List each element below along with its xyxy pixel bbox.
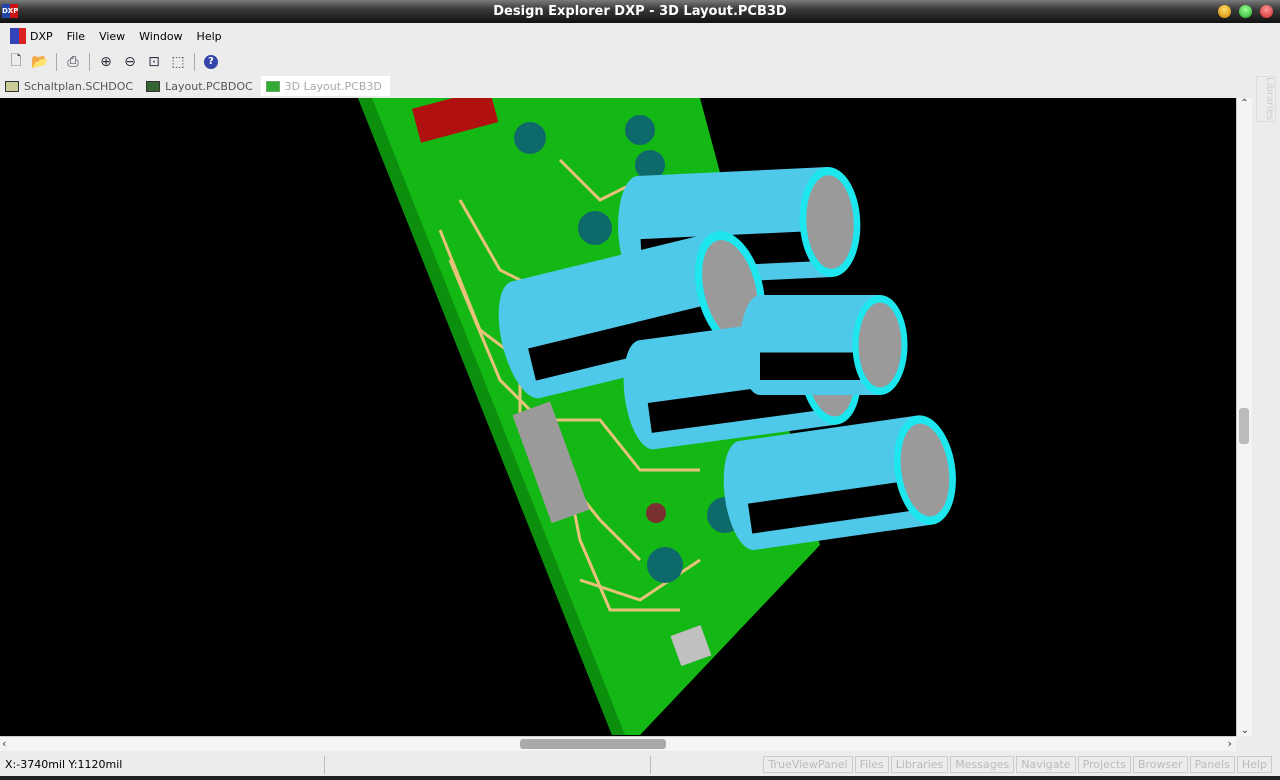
zoom-in-icon[interactable]: ⊕ bbox=[96, 52, 116, 72]
pcb-3d-render bbox=[358, 98, 956, 735]
pcb3d-icon bbox=[265, 80, 280, 92]
menu-dxp[interactable]: DXP bbox=[30, 30, 53, 43]
new-file-icon[interactable]: 🗋 bbox=[6, 52, 26, 72]
tab-layout[interactable]: Layout.PCBDOC bbox=[141, 76, 261, 96]
panel-browser[interactable]: Browser bbox=[1132, 756, 1188, 773]
open-folder-icon[interactable]: 📂 bbox=[30, 52, 50, 72]
print-icon[interactable]: ⎙ bbox=[63, 52, 83, 72]
document-tabs: Schaltplan.SCHDOC Layout.PCBDOC 3D Layou… bbox=[0, 76, 390, 98]
toolbar-divider bbox=[89, 53, 90, 71]
electrolytic-capacitor bbox=[740, 295, 908, 395]
menu-window[interactable]: Window bbox=[139, 30, 182, 43]
tab-label: 3D Layout.PCB3D bbox=[284, 79, 382, 93]
status-divider bbox=[650, 756, 651, 774]
panel-panels[interactable]: Panels bbox=[1189, 756, 1235, 773]
panel-projects[interactable]: Projects bbox=[1077, 756, 1131, 773]
menu-view[interactable]: View bbox=[99, 30, 125, 43]
toolbar: 🗋 📂 ⎙ ⊕ ⊖ ⊡ ⬚ ? bbox=[6, 50, 221, 74]
minimize-button[interactable] bbox=[1218, 5, 1231, 18]
dxp-logo-icon bbox=[10, 28, 26, 44]
zoom-fit-icon[interactable]: ⊡ bbox=[144, 52, 164, 72]
pcb-icon bbox=[146, 80, 161, 92]
cursor-coordinates: X:-3740mil Y:1120mil bbox=[0, 756, 325, 774]
panel-navigate[interactable]: Navigate bbox=[1016, 756, 1076, 773]
libraries-side-panel[interactable]: Libraries bbox=[1256, 76, 1276, 122]
toolbar-divider bbox=[194, 53, 195, 71]
horizontal-scroll-thumb[interactable] bbox=[520, 739, 666, 749]
toolbar-divider bbox=[56, 53, 57, 71]
tab-label: Schaltplan.SCHDOC bbox=[24, 79, 134, 93]
panel-libraries[interactable]: Libraries bbox=[890, 756, 949, 773]
vertical-scroll-thumb[interactable] bbox=[1239, 408, 1249, 444]
tab-3d-layout[interactable]: 3D Layout.PCB3D bbox=[260, 76, 390, 96]
3d-pcb-view[interactable] bbox=[0, 98, 1236, 736]
tab-schaltplan[interactable]: Schaltplan.SCHDOC bbox=[0, 76, 141, 96]
menu-file[interactable]: File bbox=[67, 30, 85, 43]
horizontal-scrollbar[interactable]: ‹ › bbox=[0, 736, 1236, 751]
scroll-up-button[interactable]: ⌃ bbox=[1237, 98, 1252, 114]
app-icon[interactable]: DXP bbox=[2, 4, 18, 18]
maximize-button[interactable] bbox=[1239, 5, 1252, 18]
panel-files[interactable]: Files bbox=[854, 756, 889, 773]
panel-buttons: TrueViewPanel Files Libraries Messages N… bbox=[761, 756, 1272, 773]
brown-component bbox=[646, 503, 666, 523]
help-icon[interactable]: ? bbox=[201, 52, 221, 72]
menu-bar: DXP File View Window Help bbox=[0, 25, 1250, 47]
panel-trueviewpanel[interactable]: TrueViewPanel bbox=[763, 756, 853, 773]
vertical-scrollbar[interactable]: ⌃ ⌄ bbox=[1236, 98, 1252, 736]
window-title: Design Explorer DXP - 3D Layout.PCB3D bbox=[493, 4, 787, 19]
zoom-area-icon[interactable]: ⬚ bbox=[168, 52, 188, 72]
title-bar: DXP Design Explorer DXP - 3D Layout.PCB3… bbox=[0, 0, 1280, 23]
zoom-out-icon[interactable]: ⊖ bbox=[120, 52, 140, 72]
scroll-right-button[interactable]: › bbox=[1228, 737, 1232, 750]
panel-messages[interactable]: Messages bbox=[950, 756, 1015, 773]
close-button[interactable] bbox=[1260, 5, 1273, 18]
panel-help[interactable]: Help bbox=[1236, 756, 1272, 773]
tab-label: Layout.PCBDOC bbox=[165, 79, 253, 93]
status-bar: X:-3740mil Y:1120mil TrueViewPanel Files… bbox=[0, 754, 1280, 776]
taskbar-strip bbox=[0, 776, 1280, 780]
schematic-icon bbox=[5, 80, 19, 92]
menu-help[interactable]: Help bbox=[197, 30, 222, 43]
scroll-down-button[interactable]: ⌄ bbox=[1237, 725, 1253, 736]
scroll-left-button[interactable]: ‹ bbox=[2, 737, 6, 750]
